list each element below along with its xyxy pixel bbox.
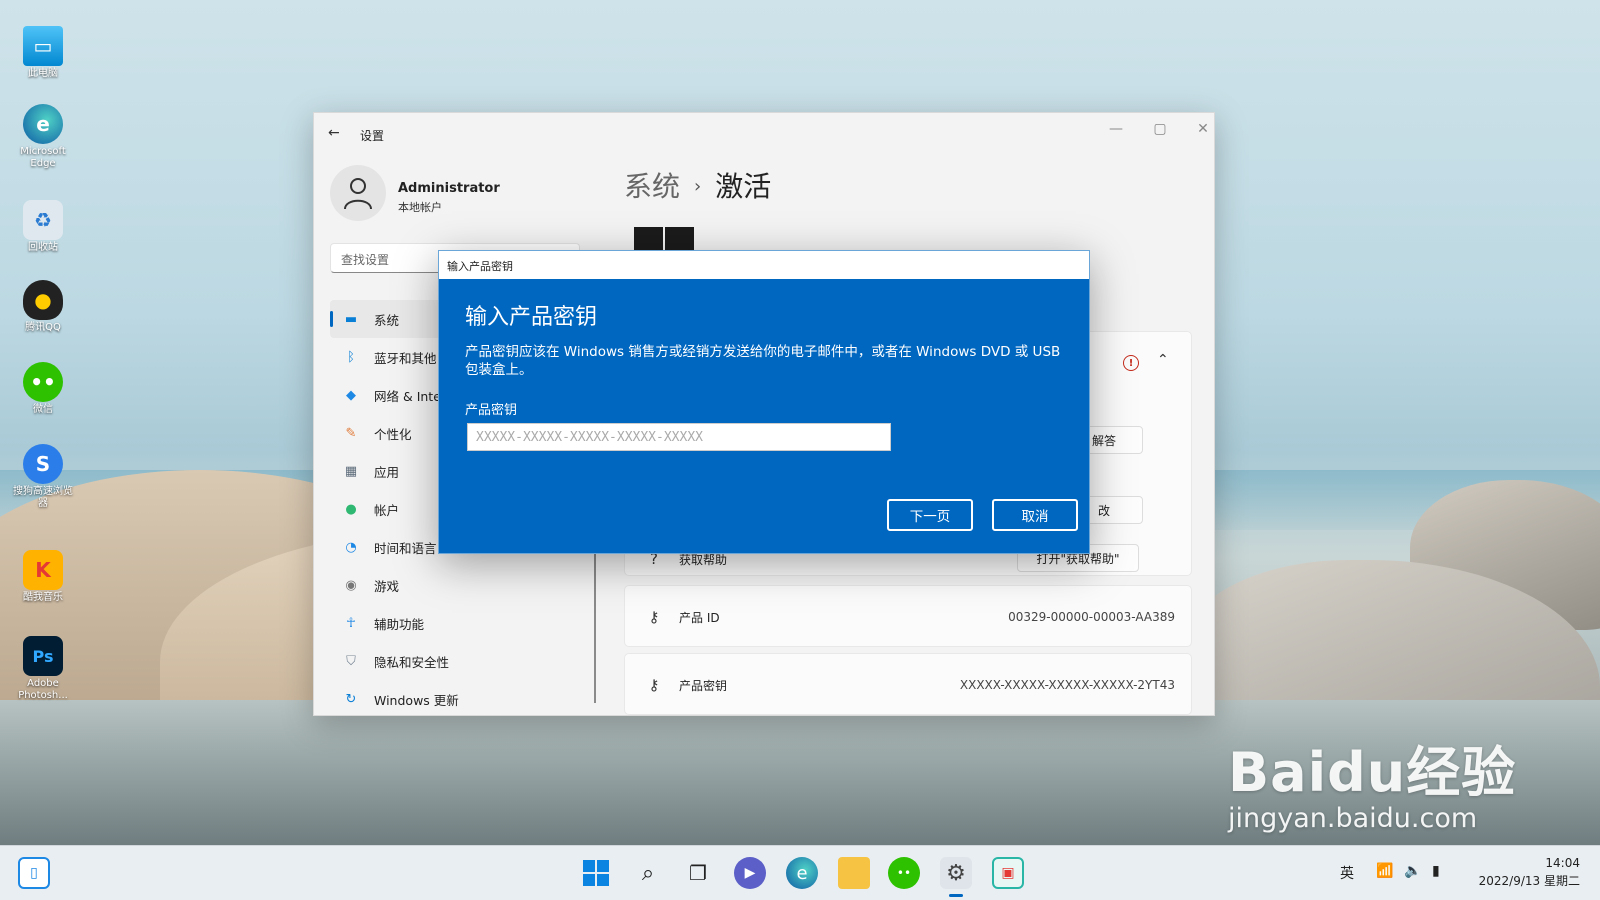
shield-icon: ⛉	[346, 653, 356, 669]
desktop-icon-wechat[interactable]: •• 微信	[12, 362, 74, 416]
user-icon	[344, 178, 372, 210]
computer-icon: ▭	[23, 26, 63, 66]
product-id-card: ⚷ 产品 ID 00329-00000-00003-AA389	[624, 585, 1192, 647]
wifi-icon[interactable]: 📶	[1376, 863, 1393, 879]
file-explorer-icon[interactable]	[838, 857, 870, 889]
clock[interactable]: 14:04 2022/9/13 星期二	[1479, 854, 1580, 890]
settings-titlebar: ← 设置 — ▢ ✕	[314, 113, 1214, 157]
product-id-value: 00329-00000-00003-AA389	[1008, 610, 1175, 624]
start-icon[interactable]	[580, 857, 612, 889]
key-icon: ⚷	[648, 676, 660, 694]
product-key-card: ⚷ 产品密钥 XXXXX-XXXXX-XXXXX-XXXXX-2YT43	[624, 653, 1192, 715]
accessibility-icon: ☥	[346, 615, 356, 631]
baidu-watermark: Baidu经验 jingyan.baidu.com	[1228, 741, 1517, 834]
user-name: Administrator	[398, 181, 500, 196]
input-language[interactable]: 英	[1340, 863, 1354, 883]
search-icon[interactable]: ⌕	[632, 857, 664, 889]
network-icon: ◆	[346, 387, 356, 403]
product-key-field-label: 产品密钥	[465, 403, 518, 418]
maximize-icon[interactable]: ▢	[1148, 121, 1172, 137]
user-account-type: 本地帐户	[398, 201, 442, 214]
battery-icon[interactable]: ▮	[1432, 863, 1440, 879]
windows-logo-icon	[634, 227, 696, 251]
qq-icon: ●	[23, 280, 63, 320]
chevron-up-icon[interactable]: ⌃	[1157, 352, 1169, 368]
taskbar: ▯ ⌕ ❐ ▶ e •• ⚙ ▣ 英 📶 🔈 ▮ 14:04 2022/9/13…	[0, 845, 1600, 900]
product-key-input[interactable]	[467, 423, 891, 451]
next-button[interactable]: 下一页	[887, 499, 973, 531]
edge-taskbar-icon[interactable]: e	[786, 857, 818, 889]
bluetooth-icon: ᛒ	[347, 349, 355, 365]
wechat-icon: ••	[23, 362, 63, 402]
update-icon: ↻	[345, 691, 357, 707]
breadcrumb: 系统 › 激活	[624, 165, 771, 205]
product-key-label: 产品密钥	[679, 678, 728, 693]
recycle-bin-icon: ♻	[23, 200, 63, 240]
widgets-icon[interactable]: ▯	[18, 857, 50, 889]
nav-item-accessibility[interactable]: ☥ 辅助功能	[330, 604, 590, 642]
dialog-description: 产品密钥应该在 Windows 销售方或经销方发送给你的电子邮件中，或者在 Wi…	[465, 344, 1061, 378]
dialog-titlebar: 输入产品密钥	[439, 251, 1089, 279]
wechat-taskbar-icon[interactable]: ••	[888, 857, 920, 889]
brush-icon: ✎	[345, 425, 357, 441]
avatar[interactable]	[330, 165, 386, 221]
volume-icon[interactable]: 🔈	[1404, 863, 1421, 879]
apps-icon: ▦	[344, 463, 358, 479]
desktop-icon-qq[interactable]: ● 腾讯QQ	[12, 280, 74, 334]
chevron-right-icon: ›	[694, 176, 702, 197]
clock-date: 2022/9/13 星期二	[1478, 874, 1580, 888]
time-language-icon: ◔	[345, 539, 357, 555]
kuwo-music-icon: K	[23, 550, 63, 590]
cancel-button[interactable]: 取消	[992, 499, 1078, 531]
system-icon: ▬	[344, 311, 358, 327]
settings-gear-icon[interactable]: ⚙	[940, 857, 972, 889]
desktop-icon-sogou[interactable]: S 搜狗高速浏览器	[12, 444, 74, 510]
desktop-icon-edge[interactable]: e Microsoft Edge	[12, 104, 74, 170]
page-title: 激活	[715, 170, 772, 203]
task-view-icon[interactable]: ❐	[682, 857, 714, 889]
breadcrumb-parent[interactable]: 系统	[624, 170, 680, 203]
warning-info-icon: !	[1123, 355, 1139, 371]
active-app-indicator	[949, 894, 963, 897]
minimize-icon[interactable]: —	[1104, 121, 1128, 137]
nav-item-windows-update[interactable]: ↻ Windows 更新	[330, 680, 590, 715]
product-key-dialog: 输入产品密钥 输入产品密钥 产品密钥应该在 Windows 销售方或经销方发送给…	[438, 250, 1090, 554]
image-app-icon[interactable]: ▣	[992, 857, 1024, 889]
window-title: 设置	[360, 129, 385, 143]
desktop-icon-photoshop[interactable]: Ps Adobe Photosh...	[12, 636, 74, 702]
photoshop-icon: Ps	[23, 636, 63, 676]
edge-icon: e	[23, 104, 63, 144]
product-id-label: 产品 ID	[679, 610, 720, 625]
key-icon: ⚷	[648, 608, 660, 626]
clock-time: 14:04	[1545, 856, 1580, 870]
desktop-icon-kuwo[interactable]: K 酷我音乐	[12, 550, 74, 604]
back-arrow-icon[interactable]: ←	[328, 125, 340, 141]
sogou-browser-icon: S	[23, 444, 63, 484]
desktop-icon-computer[interactable]: ▭ 此电脑	[12, 26, 74, 80]
account-icon: ●	[345, 501, 357, 517]
desktop-icon-recycle-bin[interactable]: ♻ 回收站	[12, 200, 74, 254]
nav-item-privacy[interactable]: ⛉ 隐私和安全性	[330, 642, 590, 680]
nav-item-gaming[interactable]: ◉ 游戏	[330, 566, 590, 604]
close-icon[interactable]: ✕	[1191, 121, 1214, 137]
chat-icon[interactable]: ▶	[734, 857, 766, 889]
gaming-icon: ◉	[345, 577, 357, 593]
dialog-heading: 输入产品密钥	[465, 305, 598, 330]
product-key-value: XXXXX-XXXXX-XXXXX-XXXXX-2YT43	[959, 678, 1175, 692]
